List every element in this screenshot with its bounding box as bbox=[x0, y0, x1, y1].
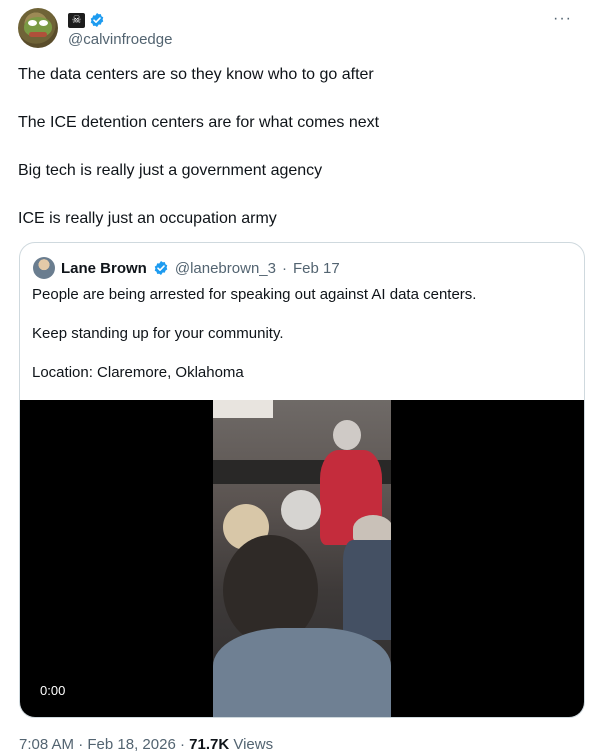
quoted-line: People are being arrested for speaking o… bbox=[32, 286, 477, 303]
quoted-tweet[interactable]: Lane Brown @lanebrown_3 · Feb 17 People … bbox=[19, 242, 585, 718]
tweet-date[interactable]: Feb 18, 2026 bbox=[87, 736, 175, 753]
quoted-author-name[interactable]: Lane Brown bbox=[61, 260, 147, 277]
verified-badge-icon bbox=[90, 13, 104, 27]
person-jacket bbox=[343, 540, 391, 640]
tweet-footer: 7:08 AM · Feb 18, 2026 · 71.7K Views bbox=[19, 736, 273, 753]
skull-crossbones-icon: ☠ bbox=[68, 12, 85, 28]
quoted-line: Location: Claremore, Oklahoma bbox=[32, 364, 244, 381]
tweet-line: The data centers are so they know who to… bbox=[18, 66, 374, 83]
projection-screen bbox=[213, 400, 273, 418]
person-head bbox=[353, 515, 391, 543]
views-count: 71.7K bbox=[189, 736, 230, 753]
quoted-line: Keep standing up for your community. bbox=[32, 325, 284, 342]
tweet-line: Big tech is really just a government age… bbox=[18, 162, 323, 179]
tweet-header: ☠ @calvinfroedge ··· bbox=[18, 8, 578, 50]
tweet-time[interactable]: 7:08 AM bbox=[19, 736, 74, 753]
tweet-body: The data centers are so they know who to… bbox=[18, 64, 578, 256]
person-head bbox=[281, 490, 321, 530]
quoted-tweet-header: Lane Brown @lanebrown_3 · Feb 17 bbox=[33, 257, 340, 279]
tweet-line: ICE is really just an occupation army bbox=[18, 210, 277, 227]
views-label: Views bbox=[233, 736, 274, 753]
quoted-tweet-body: People are being arrested for speaking o… bbox=[32, 285, 572, 402]
avatar-eye bbox=[28, 20, 37, 26]
author-handle[interactable]: @calvinfroedge bbox=[68, 31, 172, 48]
avatar-mouth bbox=[29, 32, 47, 37]
video-player[interactable]: 0:00 bbox=[20, 400, 584, 717]
person-head bbox=[333, 420, 361, 450]
tweet-line: The ICE detention centers are for what c… bbox=[18, 114, 380, 131]
quoted-author-avatar[interactable] bbox=[33, 257, 55, 279]
video-time-badge: 0:00 bbox=[32, 680, 74, 701]
separator: · bbox=[78, 736, 84, 753]
verified-badge-icon bbox=[154, 261, 168, 275]
avatar-eye bbox=[39, 20, 48, 26]
video-frame bbox=[213, 400, 391, 717]
person-shirt bbox=[213, 628, 391, 717]
separator: · bbox=[281, 259, 287, 277]
quoted-author-handle[interactable]: @lanebrown_3 bbox=[175, 260, 276, 277]
author-name-row[interactable]: ☠ bbox=[68, 11, 105, 29]
author-avatar[interactable] bbox=[18, 8, 58, 48]
quoted-tweet-date[interactable]: Feb 17 bbox=[293, 260, 340, 277]
separator: · bbox=[179, 736, 185, 753]
more-options-icon[interactable]: ··· bbox=[553, 10, 572, 28]
